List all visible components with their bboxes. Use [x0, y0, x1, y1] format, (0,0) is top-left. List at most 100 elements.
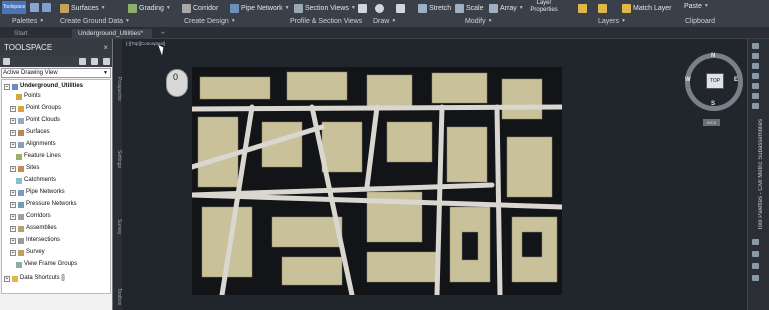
compass-north[interactable]: N [711, 53, 715, 59]
pipe-network-button[interactable]: Pipe Network ▼ [230, 2, 290, 14]
palette-tool-icon[interactable] [752, 263, 759, 269]
layer-state-icon[interactable] [598, 4, 607, 13]
palette-tool-icon[interactable] [752, 93, 759, 99]
scale-button[interactable]: Scale [455, 2, 484, 14]
paste-button[interactable]: Paste ▼ [684, 0, 709, 12]
tree-item[interactable]: + Pressure Networks [10, 200, 77, 209]
tab-prospector[interactable]: Prospector [113, 69, 122, 109]
palette-tool-icon[interactable] [752, 73, 759, 79]
palette-tool-icon[interactable] [752, 275, 759, 281]
tab-settings[interactable]: Settings [113, 144, 122, 174]
tree-item[interactable]: Points [16, 92, 41, 101]
palette-settings-icon[interactable] [752, 53, 759, 59]
tree-item[interactable]: View Frame Groups [16, 260, 77, 269]
help-icon[interactable] [103, 58, 110, 65]
list-icon[interactable] [91, 58, 98, 65]
view-selector-dropdown[interactable]: Active Drawing View ▼ [1, 68, 111, 78]
tree-item[interactable]: + Alignments [10, 140, 56, 149]
circle-icon[interactable] [375, 4, 384, 13]
expand-icon[interactable]: + [10, 117, 16, 124]
stretch-button[interactable]: Stretch [418, 2, 451, 14]
drawing-canvas[interactable]: [-][Top][Conceptual] 0 TOP N S E W WCS [122, 39, 747, 310]
tree-item-icon [18, 189, 24, 196]
expand-icon[interactable]: + [10, 189, 16, 196]
collapse-icon[interactable]: − [4, 83, 10, 90]
grading-button[interactable]: Grading ▼ [128, 2, 171, 14]
road [494, 104, 503, 298]
tree-item[interactable]: Feature Lines [16, 152, 61, 161]
tree-item[interactable]: + Surfaces [10, 128, 50, 137]
array-icon [489, 3, 498, 13]
tab-underground-utilities[interactable]: Underground_Utilities* [72, 29, 152, 39]
expand-icon[interactable]: + [10, 141, 16, 148]
array-button[interactable]: Array ▼ [489, 2, 524, 14]
item-view-icon[interactable] [3, 58, 10, 65]
expand-icon[interactable]: + [10, 129, 16, 136]
properties-icon[interactable] [42, 3, 51, 12]
tab-start[interactable]: Start [8, 29, 34, 39]
site-model[interactable] [189, 67, 565, 298]
tab-survey[interactable]: Survey [113, 214, 122, 239]
palette-tool-icon[interactable] [752, 251, 759, 257]
new-tab-button[interactable]: + [155, 29, 171, 39]
palette-tool-icon[interactable] [752, 83, 759, 89]
expand-icon[interactable]: + [10, 105, 16, 112]
expand-icon[interactable]: + [10, 201, 16, 208]
profile-section-views-panel[interactable]: Profile & Section Views [290, 16, 362, 26]
expand-icon[interactable]: + [10, 213, 16, 220]
expand-icon[interactable]: + [10, 225, 16, 232]
clipboard-panel[interactable]: Clipboard [685, 16, 715, 26]
tree-item-label: Pipe Networks [26, 189, 65, 195]
tree-root[interactable]: − Underground_Utilities [4, 82, 83, 91]
modify-panel[interactable]: Modify ▼ [465, 16, 493, 26]
compass-east[interactable]: E [734, 77, 738, 83]
tree-item-icon [18, 117, 24, 124]
toolspace-ribbon-button[interactable]: Toolspace [2, 1, 26, 14]
layer-icon[interactable] [578, 4, 587, 13]
expand-icon[interactable]: + [10, 249, 16, 256]
tree-item[interactable]: Catchments [16, 176, 56, 185]
grading-label: Grading [139, 4, 164, 12]
prospector-tree: − Underground_Utilities Points + Point Gro… [1, 79, 111, 294]
tree-item[interactable]: + Corridors [10, 212, 51, 221]
palette-tool-icon[interactable] [752, 103, 759, 109]
polyline-icon[interactable] [358, 4, 367, 13]
layer-properties-button[interactable]: Layer Properties [527, 0, 561, 14]
arc-icon[interactable] [396, 4, 405, 13]
create-ground-data-panel[interactable]: Create Ground Data ▼ [60, 16, 130, 26]
edit-icon[interactable] [79, 58, 86, 65]
draw-panel[interactable]: Draw ▼ [373, 16, 396, 26]
section-views-button[interactable]: Section Views ▼ [294, 2, 356, 14]
tree-item[interactable]: + Pipe Networks [10, 188, 65, 197]
palette-tool-icon[interactable] [752, 239, 759, 245]
tab-toolbox[interactable]: Toolbox [113, 284, 122, 309]
palettes-panel[interactable]: Palettes ▼ [12, 16, 44, 26]
tree-item-data-shortcuts[interactable]: + Data Shortcuts [] [4, 274, 65, 283]
tree-item[interactable]: + Sites [10, 164, 39, 173]
tool-palette-title: Tool Palettes - Civil Metric Subassembli… [758, 119, 764, 231]
palette-close-icon[interactable] [752, 43, 759, 49]
compass-south[interactable]: S [711, 101, 715, 107]
compass-west[interactable]: W [685, 77, 691, 83]
close-icon[interactable]: × [103, 39, 108, 56]
layers-panel[interactable]: Layers ▼ [598, 16, 626, 26]
expand-icon[interactable]: + [10, 165, 16, 172]
building [501, 78, 543, 120]
tree-item[interactable]: + Assemblies [10, 224, 57, 233]
wcs-dropdown[interactable]: WCS [703, 119, 720, 126]
create-design-panel[interactable]: Create Design ▼ [184, 16, 236, 26]
save-icon[interactable] [30, 3, 39, 12]
surfaces-button[interactable]: Surfaces ▼ [60, 2, 106, 14]
tree-item[interactable]: + Point Clouds [10, 116, 60, 125]
tree-item[interactable]: + Point Groups [10, 104, 61, 113]
corridor-button[interactable]: Corridor [182, 2, 218, 14]
viewcube-top-face[interactable]: TOP [706, 73, 724, 89]
chevron-down-icon: ▼ [284, 5, 290, 11]
tree-item[interactable]: + Intersections [10, 236, 60, 245]
palette-tool-icon[interactable] [752, 63, 759, 69]
tree-item-label: Point Clouds [26, 117, 61, 123]
expand-icon[interactable]: + [4, 275, 10, 282]
expand-icon[interactable]: + [10, 237, 16, 244]
match-layer-button[interactable]: Match Layer [622, 2, 672, 14]
tree-item[interactable]: + Survey [10, 248, 45, 257]
